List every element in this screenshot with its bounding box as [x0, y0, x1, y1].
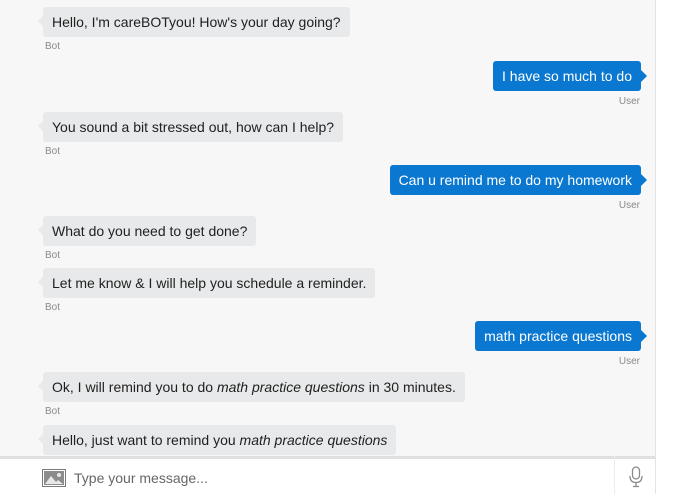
message-input[interactable]	[74, 465, 594, 491]
chat-app: Hello, I'm careBOTyou! How's your day go…	[0, 0, 695, 494]
sender-label: Bot	[45, 302, 61, 313]
bot-message-bubble: You sound a bit stressed out, how can I …	[37, 112, 344, 142]
sender-label: User	[618, 96, 640, 107]
mic-area	[614, 456, 655, 494]
bot-message: Hello, just want to remind you math prac…	[37, 425, 397, 455]
bot-message: Ok, I will remind you to do math practic…	[38, 372, 465, 418]
bot-message-bubble: Hello, just want to remind you math prac…	[37, 425, 397, 455]
message-text: Ok, I will remind you to do	[52, 379, 217, 395]
bot-message: Let me know & I will help you schedule a…	[37, 268, 376, 314]
user-message-bubble: I have so much to do	[493, 61, 647, 91]
bot-message: What do you need to get done? Bot	[37, 216, 257, 262]
message-text-emphasis: math practice questions	[216, 379, 365, 395]
bot-message-bubble: Let me know & I will help you schedule a…	[37, 268, 376, 298]
user-message: I have so much to do User	[493, 61, 647, 108]
bot-message: Hello, I'm careBOTyou! How's your day go…	[38, 7, 350, 53]
bot-message: You sound a bit stressed out, how can I …	[37, 112, 344, 158]
user-message-bubble: Can u remind me to do my homework	[389, 165, 648, 195]
message-text: in 30 minutes.	[364, 379, 456, 395]
bot-message-bubble: Hello, I'm careBOTyou! How's your day go…	[38, 7, 350, 37]
sender-label: User	[618, 200, 640, 211]
user-message-bubble: math practice questions	[475, 321, 647, 351]
message-composer	[0, 456, 655, 494]
user-message: math practice questions User	[475, 321, 647, 368]
message-list: Hello, I'm careBOTyou! How's your day go…	[0, 0, 655, 456]
message-text: Hello, just want to remind you	[52, 432, 240, 448]
sender-label: Bot	[45, 406, 61, 417]
bot-message-bubble: Ok, I will remind you to do math practic…	[38, 372, 465, 402]
sender-label: User	[618, 356, 640, 367]
message-text-emphasis: math practice questions	[239, 432, 388, 448]
sender-label: Bot	[45, 146, 61, 157]
sender-label: Bot	[45, 250, 61, 261]
user-message: Can u remind me to do my homework User	[389, 165, 648, 212]
microphone-icon[interactable]	[629, 466, 643, 488]
image-icon[interactable]	[42, 469, 66, 487]
bot-message-bubble: What do you need to get done?	[37, 216, 257, 246]
chat-panel: Hello, I'm careBOTyou! How's your day go…	[0, 0, 656, 494]
sender-label: Bot	[45, 41, 61, 52]
